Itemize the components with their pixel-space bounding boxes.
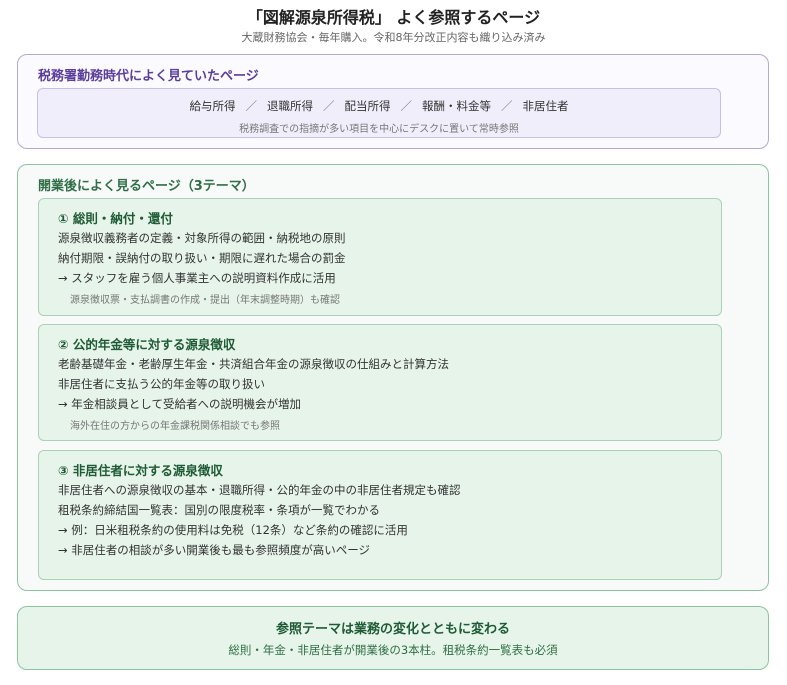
theme-title: ① 総則・納付・還付 [58,211,173,226]
theme-card-general: ① 総則・納付・還付 源泉徴収義務者の定義・対象所得の範囲・納税地の原則 納付期… [38,198,722,316]
tax-office-note: 税務調査での指摘が多い項目を中心にデスクに置いて常時参照 [239,124,519,135]
theme-title: ② 公的年金等に対する源泉徴収 [58,337,236,352]
theme-title: ③ 非居住者に対する源泉徴収 [58,463,223,478]
after-opening-section: 開業後によく見るページ（3テーマ） ① 総則・納付・還付 源泉徴収義務者の定義・… [17,164,769,591]
tax-office-items: 給与所得 ／ 退職所得 ／ 配当所得 ／ 報酬・料金等 ／ 非居住者 [38,98,720,114]
separator: ／ [245,99,258,113]
theme-line: 非居住者に支払う公的年金等の取り扱い [58,377,265,391]
summary-title: 参照テーマは業務の変化とともに変わる [275,622,510,637]
summary-text: 総則・年金・非居住者が開業後の3本柱。租税条約一覧表も必須 [228,643,558,657]
tax-office-item: 非居住者 [522,99,569,113]
theme-note: 海外在住の方からの年金課税関係相談でも参照 [70,421,280,432]
theme-line: → スタッフを雇う個人事業主への説明資料作成に活用 [58,271,336,285]
theme-line: → 年金相談員として受給者への説明機会が増加 [58,397,301,411]
tax-office-section: 税務署勤務時代によく見ていたページ 給与所得 ／ 退職所得 ／ 配当所得 ／ 報酬・料金等 ／… [17,54,769,149]
theme-line: → 非居住者の相談が多い開業後も最も参照頻度が高いページ [58,543,371,557]
after-opening-heading: 開業後によく見るページ（3テーマ） [38,179,255,194]
tax-office-item: 退職所得 [267,99,313,113]
theme-card-nonresident: ③ 非居住者に対する源泉徴収 非居住者への源泉徴収の基本・退職所得・公的年金の中… [38,450,722,580]
separator: ／ [323,99,335,113]
separator: ／ [400,99,413,113]
tax-office-item: 給与所得 [189,99,236,113]
summary-box: 参照テーマは業務の変化とともに変わる 総則・年金・非居住者が開業後の3本柱。租税… [17,606,769,670]
theme-line: 非居住者への源泉徴収の基本・退職所得・公的年金の中の非居住者規定も確認 [58,483,461,497]
tax-office-heading: 税務署勤務時代によく見ていたページ [38,69,259,84]
tax-office-pages-box: 給与所得 ／ 退職所得 ／ 配当所得 ／ 報酬・料金等 ／ 非居住者 税務調査での指摘が多い項目… [37,88,721,138]
page-subtitle: 大蔵財務協会・毎年購入。令和8年分改正内容も織り込み済み [241,31,546,44]
theme-line: 源泉徴収義務者の定義・対象所得の範囲・納税地の原則 [58,231,346,245]
theme-line: 租税条約締結国一覧表：国別の限度税率・条項が一覧でわかる [58,503,380,517]
theme-note: 源泉徴収票・支払調書の作成・提出（年末調整時期）も確認 [70,295,340,306]
theme-line: → 例：日米租税条約の使用料は免税（12条）など条約の確認に活用 [58,523,408,537]
theme-line: 納付期限・誤納付の取り扱い・期限に遅れた場合の罰金 [58,251,346,265]
tax-office-item: 報酬・料金等 [422,99,491,113]
page-title: 「図解源泉所得税」 よく参照するページ [246,8,541,27]
tax-office-item: 配当所得 [344,99,391,113]
theme-line: 老齢基礎年金・老齢厚生年金・共済組合年金の源泉徴収の仕組みと計算方法 [58,357,449,371]
separator: ／ [501,99,513,113]
theme-card-pension: ② 公的年金等に対する源泉徴収 老齢基礎年金・老齢厚生年金・共済組合年金の源泉徴… [38,324,722,441]
